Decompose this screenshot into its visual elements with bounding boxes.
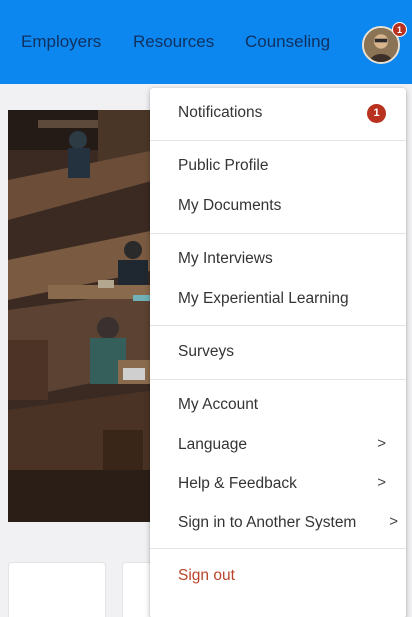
user-dropdown-menu: Notifications 1 Public Profile My Docume… <box>150 88 406 617</box>
chevron-right-icon: > <box>377 435 386 452</box>
chevron-right-icon: > <box>389 513 398 530</box>
menu-divider <box>150 140 406 141</box>
top-nav-bar: Employers Resources Counseling 1 <box>0 0 412 84</box>
menu-item-label: Sign out <box>178 567 235 584</box>
menu-item-my-account[interactable]: My Account <box>150 386 406 424</box>
nav-link-employers[interactable]: Employers <box>21 32 101 52</box>
content-card-left <box>8 562 106 617</box>
menu-divider <box>150 548 406 549</box>
menu-item-label: Sign in to Another System <box>178 514 357 531</box>
menu-item-my-interviews[interactable]: My Interviews <box>150 240 406 278</box>
menu-item-label: My Experiential Learning <box>178 290 349 307</box>
menu-item-my-documents[interactable]: My Documents <box>150 187 406 225</box>
menu-item-label: Surveys <box>178 343 234 360</box>
menu-item-label: My Interviews <box>178 250 273 267</box>
menu-item-language[interactable]: Language > <box>150 426 406 464</box>
menu-item-label: Language <box>178 436 247 453</box>
menu-item-label: My Account <box>178 396 259 413</box>
menu-item-help-feedback[interactable]: Help & Feedback > <box>150 465 406 503</box>
menu-divider <box>150 233 406 234</box>
chevron-right-icon: > <box>377 474 386 491</box>
notifications-count-badge: 1 <box>367 104 386 123</box>
avatar-notification-badge: 1 <box>392 22 407 37</box>
menu-divider <box>150 325 406 326</box>
menu-item-label: My Documents <box>178 197 282 214</box>
menu-item-notifications[interactable]: Notifications 1 <box>150 94 406 132</box>
menu-item-public-profile[interactable]: Public Profile <box>150 147 406 185</box>
menu-divider <box>150 379 406 380</box>
nav-link-counseling[interactable]: Counseling <box>245 32 330 52</box>
menu-item-label: Notifications <box>178 104 263 121</box>
library-hero-image <box>8 110 155 522</box>
menu-item-sign-in-another-system[interactable]: Sign in to Another System > <box>150 504 406 542</box>
nav-link-resources[interactable]: Resources <box>133 32 214 52</box>
menu-item-surveys[interactable]: Surveys <box>150 333 406 371</box>
menu-item-label: Help & Feedback <box>178 475 297 492</box>
menu-item-label: Public Profile <box>178 157 269 174</box>
menu-item-sign-out[interactable]: Sign out <box>150 557 406 595</box>
menu-item-my-experiential-learning[interactable]: My Experiential Learning <box>150 280 406 318</box>
